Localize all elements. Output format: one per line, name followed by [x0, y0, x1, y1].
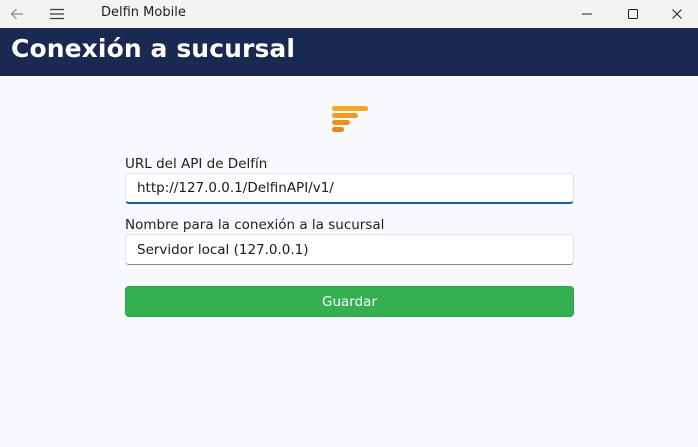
back-arrow-icon [10, 8, 23, 20]
back-button[interactable] [0, 0, 34, 28]
save-button[interactable]: Guardar [125, 286, 574, 317]
maximize-button[interactable] [610, 0, 656, 28]
delfin-logo [332, 106, 368, 132]
close-icon [672, 9, 682, 19]
app-window: Delfin Mobile Conexión a sucursal URL de… [0, 0, 698, 447]
title-bar: Delfin Mobile [0, 0, 698, 28]
menu-button[interactable] [40, 0, 74, 28]
close-button[interactable] [656, 0, 698, 28]
page-title: Conexión a sucursal [11, 34, 296, 63]
page-header: Conexión a sucursal [0, 28, 698, 76]
connection-name-input[interactable] [125, 234, 574, 265]
minimize-button[interactable] [564, 0, 610, 28]
maximize-icon [628, 9, 638, 19]
minimize-icon [582, 13, 592, 15]
hamburger-menu-icon [50, 8, 64, 20]
url-field-label: URL del API de Delfín [125, 156, 268, 172]
connection-name-label: Nombre para la conexión a la sucursal [125, 217, 385, 233]
window-title: Delfin Mobile [101, 5, 186, 20]
url-input[interactable] [125, 173, 574, 204]
